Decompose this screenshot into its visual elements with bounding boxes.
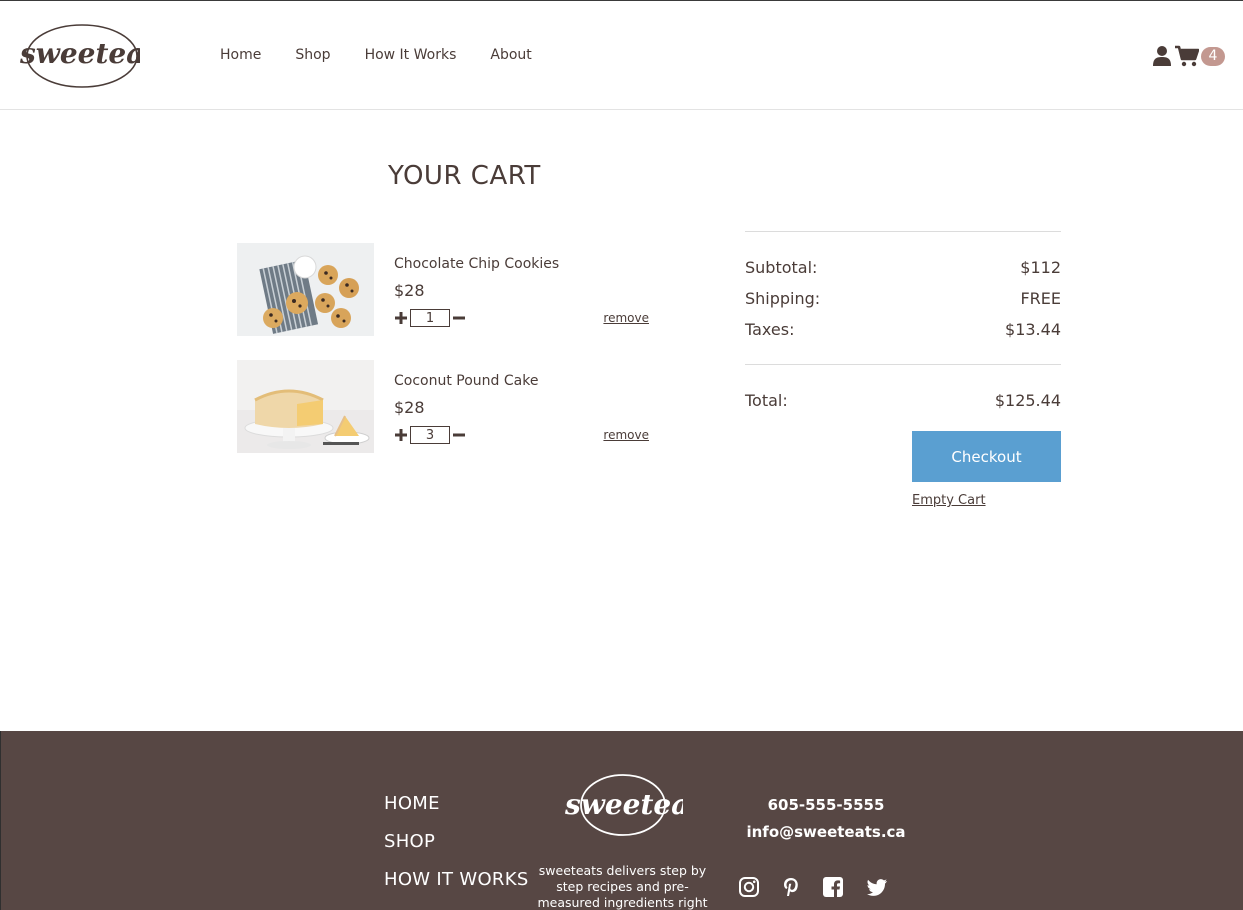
subtotal-value: $112 [1020, 258, 1061, 277]
nav-shop-link[interactable]: Shop [295, 47, 330, 63]
item-price: $28 [394, 398, 425, 417]
cookies-product-image[interactable] [237, 243, 374, 336]
instagram-icon[interactable] [738, 876, 760, 898]
pinterest-icon[interactable] [780, 876, 802, 898]
footer-phone[interactable]: 605-555-5555 [742, 796, 910, 814]
facebook-icon[interactable] [822, 876, 844, 898]
taxes-row: Taxes: $13.44 [745, 314, 1061, 345]
site-header: sweeteats Home Shop How It Works About 4 [0, 1, 1243, 110]
sweeteats-logo[interactable]: sweeteats [20, 23, 140, 89]
quantity-input[interactable] [410, 426, 450, 444]
cart-item: Coconut Pound Cake $28 remove [237, 360, 649, 453]
item-name[interactable]: Chocolate Chip Cookies [394, 256, 559, 272]
quantity-stepper [394, 426, 466, 444]
plus-icon[interactable] [394, 309, 408, 327]
svg-text:sweeteats: sweeteats [20, 37, 140, 70]
total-label: Total: [745, 391, 788, 410]
cart-count-badge[interactable]: 4 [1201, 47, 1225, 66]
footer-how-it-works-link[interactable]: HOW IT WORKS [384, 869, 529, 890]
twitter-icon[interactable] [866, 876, 888, 898]
shipping-value: FREE [1020, 289, 1061, 308]
empty-cart-link[interactable]: Empty Cart [912, 493, 986, 508]
cart-item: Chocolate Chip Cookies $28 remove [237, 243, 649, 336]
footer-shop-link[interactable]: SHOP [384, 831, 435, 852]
quantity-input[interactable] [410, 309, 450, 327]
remove-item-link[interactable]: remove [603, 428, 649, 442]
footer-email[interactable]: info@sweeteats.ca [742, 823, 910, 841]
item-name[interactable]: Coconut Pound Cake [394, 373, 538, 389]
svg-text:sweeteats: sweeteats [564, 788, 683, 821]
item-price: $28 [394, 281, 425, 300]
user-icon[interactable] [1152, 45, 1172, 67]
pound-cake-product-image[interactable] [237, 360, 374, 453]
footer-edge [0, 731, 1, 910]
sweeteats-footer-logo[interactable]: sweeteats [563, 774, 683, 836]
remove-item-link[interactable]: remove [603, 311, 649, 325]
taxes-label: Taxes: [745, 320, 795, 339]
checkout-button[interactable]: Checkout [912, 431, 1061, 482]
shopping-cart-icon[interactable] [1175, 45, 1199, 67]
footer-description: sweeteats delivers step by step recipes … [537, 863, 708, 910]
main-nav: Home Shop How It Works About [220, 47, 566, 63]
minus-icon[interactable] [452, 426, 466, 444]
order-summary: Subtotal: $112 Shipping: FREE Taxes: $13… [745, 231, 1061, 416]
quantity-stepper [394, 309, 466, 327]
subtotal-row: Subtotal: $112 [745, 252, 1061, 283]
plus-icon[interactable] [394, 426, 408, 444]
shipping-label: Shipping: [745, 289, 821, 308]
minus-icon[interactable] [452, 309, 466, 327]
footer-home-link[interactable]: HOME [384, 793, 440, 814]
shipping-row: Shipping: FREE [745, 283, 1061, 314]
nav-home-link[interactable]: Home [220, 47, 261, 63]
total-row: Total: $125.44 [745, 385, 1061, 416]
total-value: $125.44 [994, 391, 1061, 410]
subtotal-label: Subtotal: [745, 258, 818, 277]
taxes-value: $13.44 [1005, 320, 1061, 339]
page-title: YOUR CART [388, 161, 541, 191]
nav-how-it-works-link[interactable]: How It Works [365, 47, 457, 63]
nav-about-link[interactable]: About [490, 47, 531, 63]
